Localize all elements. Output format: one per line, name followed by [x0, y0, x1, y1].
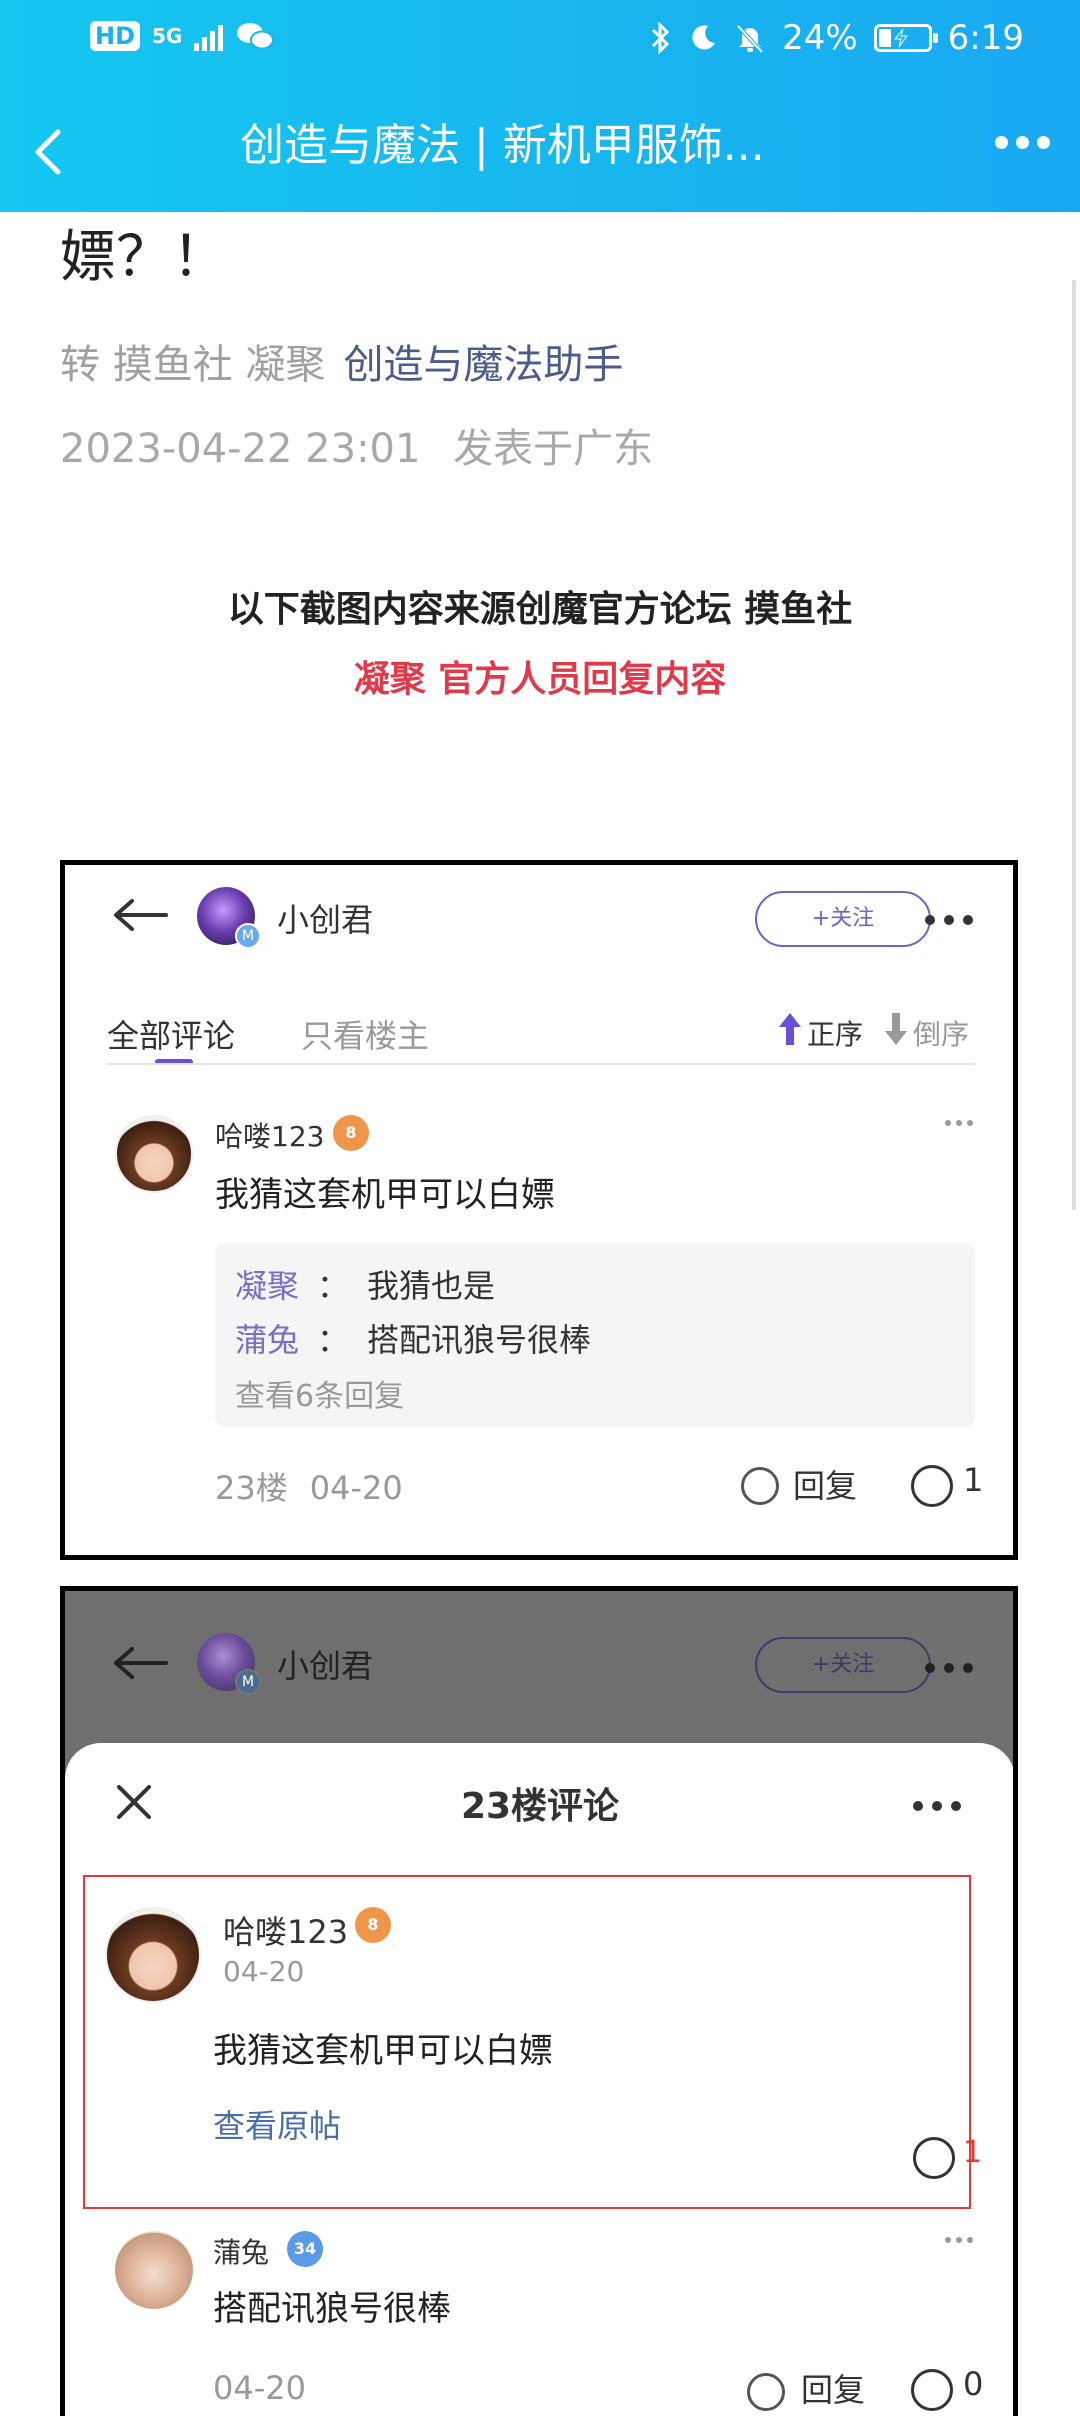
- comment-text: 我猜这套机甲可以白嫖: [213, 2031, 553, 2071]
- reply-date: 04-20: [213, 2369, 306, 2407]
- follow-button: +关注: [755, 891, 931, 947]
- more-icon: [925, 915, 973, 925]
- wechat-icon: [237, 23, 275, 50]
- user-avatar: [105, 1907, 201, 2003]
- more-icon[interactable]: [995, 136, 1050, 149]
- signal-icon: [194, 21, 224, 51]
- reply-name: 凝聚: [235, 1267, 300, 1305]
- reply-sep: ：: [317, 1321, 350, 1359]
- back-arrow-icon: [114, 1647, 168, 1679]
- hd-icon: HD: [90, 21, 141, 51]
- like-icon: [913, 2137, 955, 2179]
- divider: [107, 1063, 975, 1065]
- source-link[interactable]: 创造与魔法助手: [343, 342, 623, 388]
- reply-text: 我猜也是: [367, 1267, 496, 1305]
- like-count: 1: [963, 2135, 983, 2170]
- back-icon[interactable]: [20, 122, 80, 182]
- user-avatar: [115, 2231, 193, 2309]
- like-count: 1: [963, 1461, 984, 1499]
- reply-label: 回复: [793, 1467, 858, 1505]
- reply-text: 搭配讯狼号很棒: [213, 2289, 451, 2329]
- tab-host-only: 只看楼主: [301, 1017, 430, 1055]
- sort-asc: 正序: [807, 1018, 864, 1051]
- embedded-screenshot-2: M 小创君 +关注 23楼评论 哈喽123 8 04-20 我猜这套机甲可以白嫖…: [60, 1586, 1018, 2416]
- follow-button: +关注: [755, 1637, 931, 1693]
- sort-desc: 倒序: [913, 1018, 970, 1051]
- view-more-replies: 查看6条回复: [235, 1379, 405, 1414]
- reply-label: 回复: [801, 2371, 866, 2409]
- arrow-up-icon: [779, 1013, 801, 1045]
- comment-author: 哈喽123: [223, 1913, 349, 1951]
- comment-icon: [747, 2373, 785, 2411]
- sheet-more-icon: [913, 1801, 961, 1811]
- more-icon: [925, 1663, 973, 1673]
- post-date: 2023-04-22 23:01: [60, 426, 421, 472]
- battery-percent: 24%: [782, 18, 858, 58]
- reply-author: 蒲兔: [213, 2236, 270, 2269]
- article-source: 转 摸鱼社 凝聚 创造与魔法助手: [60, 332, 623, 390]
- comment-date: 04-20: [309, 1469, 403, 1507]
- like-icon: [911, 2369, 953, 2411]
- comment-icon: [741, 1467, 779, 1505]
- reply-line-1: 凝聚 ： 我猜也是: [235, 1261, 495, 1307]
- top-bar: HD 5G 24% 6:19 创造与魔法 | 新机甲服饰...: [0, 0, 1080, 212]
- bot-username: 小创君: [277, 901, 374, 939]
- post-location: 发表于广东: [453, 426, 654, 472]
- network-type: 5G: [152, 24, 183, 48]
- level-badge: 8: [355, 1907, 391, 1943]
- level-badge: 34: [287, 2231, 323, 2267]
- article-date: 2023-04-22 23:01 发表于广东: [60, 416, 653, 474]
- status-bar: HD 5G 24% 6:19: [0, 0, 1080, 80]
- source-prefix: 转 摸鱼社 凝聚: [60, 342, 326, 388]
- tab-all-comments: 全部评论: [107, 1017, 236, 1055]
- scrollbar[interactable]: [1072, 280, 1076, 1210]
- like-icon: [911, 1465, 953, 1507]
- comment-more-icon: [945, 1120, 973, 1126]
- reply-line-2: 蒲兔 ： 搭配讯狼号很棒: [235, 1315, 591, 1361]
- comment-author: 哈喽123: [215, 1120, 325, 1153]
- back-arrow-icon: [114, 899, 168, 931]
- mute-bell-icon: [736, 24, 764, 54]
- level-badge: 8: [333, 1115, 369, 1151]
- embedded-screenshot-1: M 小创君 +关注 全部评论 只看楼主 正序 倒序 哈喽123 8 我猜这套机甲…: [60, 860, 1018, 1560]
- sheet-title: 23楼评论: [460, 1786, 620, 1827]
- article-headline: 嫖？！: [60, 225, 228, 290]
- reply-more-icon: [945, 2237, 973, 2243]
- comment-date: 04-20: [223, 1955, 305, 1988]
- reply-text: 搭配讯狼号很棒: [367, 1321, 592, 1359]
- official-badge: M: [235, 923, 261, 949]
- official-badge: M: [235, 1669, 261, 1695]
- battery-icon: [873, 24, 938, 52]
- nav-bar: 创造与魔法 | 新机甲服饰...: [0, 100, 1080, 200]
- intro-line-1: 以下截图内容来源创魔官方论坛 摸鱼社: [227, 589, 853, 630]
- like-count: 0: [963, 2365, 984, 2403]
- comment-text: 我猜这套机甲可以白嫖: [215, 1175, 555, 1215]
- reply-name: 蒲兔: [235, 1321, 300, 1359]
- comment-floor-date: 23楼 04-20: [215, 1463, 403, 1509]
- arrow-down-icon: [885, 1013, 907, 1045]
- floor-number: 23楼: [215, 1469, 288, 1507]
- clock: 6:19: [947, 18, 1024, 58]
- bluetooth-icon: [652, 21, 670, 55]
- bot-username: 小创君: [277, 1647, 374, 1685]
- intro-line-2: 凝聚 官方人员回复内容: [353, 659, 727, 700]
- user-avatar: [115, 1115, 193, 1193]
- page-title: 创造与魔法 | 新机甲服饰...: [240, 120, 765, 171]
- view-original-post: 查看原帖: [213, 2107, 342, 2145]
- moon-icon: [692, 25, 716, 50]
- reply-sep: ：: [317, 1267, 350, 1305]
